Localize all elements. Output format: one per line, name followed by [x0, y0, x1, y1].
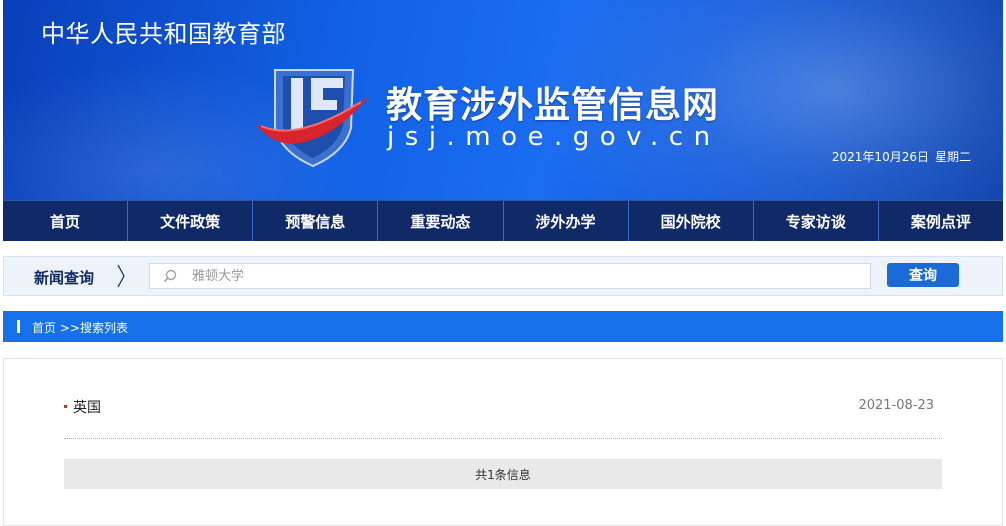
search-icon	[163, 269, 177, 283]
header-banner: 中华人民共和国教育部 教育涉外监管信息网 jsj.moe.gov.cn 2021…	[3, 0, 1003, 200]
site-domain: jsj.moe.gov.cn	[387, 122, 721, 152]
site-logo[interactable]	[253, 66, 373, 170]
result-count: 共1条信息	[64, 459, 942, 489]
ministry-name: 中华人民共和国教育部	[41, 20, 286, 48]
nav-item-foreign-universities[interactable]: 国外院校	[627, 201, 753, 241]
date-display: 2021年10月26日 星期二	[832, 148, 971, 165]
divider	[64, 438, 942, 439]
site-title: 教育涉外监管信息网	[386, 84, 720, 126]
nav-item-news[interactable]: 重要动态	[377, 201, 502, 241]
search-button[interactable]: 查询	[887, 263, 959, 287]
main-nav: 首页 文件政策 预警信息 重要动态 涉外办学 国外院校 专家访谈 案例点评	[3, 200, 1003, 241]
search-label: 新闻查询	[34, 269, 95, 287]
current-weekday: 星期二	[934, 150, 971, 164]
breadcrumb-home-link[interactable]: 首页	[32, 321, 56, 335]
nav-item-home[interactable]: 首页	[3, 201, 127, 241]
search-box	[149, 263, 871, 289]
search-results-panel: 英国 2021-08-23 共1条信息	[3, 358, 1003, 526]
nav-item-interviews[interactable]: 专家访谈	[752, 201, 878, 241]
bullet-icon	[64, 405, 67, 408]
current-date: 2021年10月26日	[831, 150, 929, 164]
breadcrumb-bar: 首页 >>搜索列表	[3, 311, 1003, 342]
chevron-right-icon	[117, 264, 125, 288]
search-input[interactable]	[192, 266, 852, 286]
breadcrumb-marker	[17, 320, 20, 333]
nav-item-foreign-schools-china[interactable]: 涉外办学	[502, 201, 628, 241]
nav-item-case-reviews[interactable]: 案例点评	[877, 201, 1003, 241]
list-item[interactable]: 英国 2021-08-23	[64, 397, 942, 421]
news-search-bar: 新闻查询 查询	[3, 256, 1003, 296]
breadcrumb: 首页 >>搜索列表	[32, 319, 128, 336]
breadcrumb-current: >>搜索列表	[59, 321, 128, 335]
nav-item-warnings[interactable]: 预警信息	[252, 201, 377, 241]
result-date: 2021-08-23	[858, 398, 934, 413]
nav-item-policies[interactable]: 文件政策	[127, 201, 252, 241]
result-title-link[interactable]: 英国	[73, 397, 101, 417]
